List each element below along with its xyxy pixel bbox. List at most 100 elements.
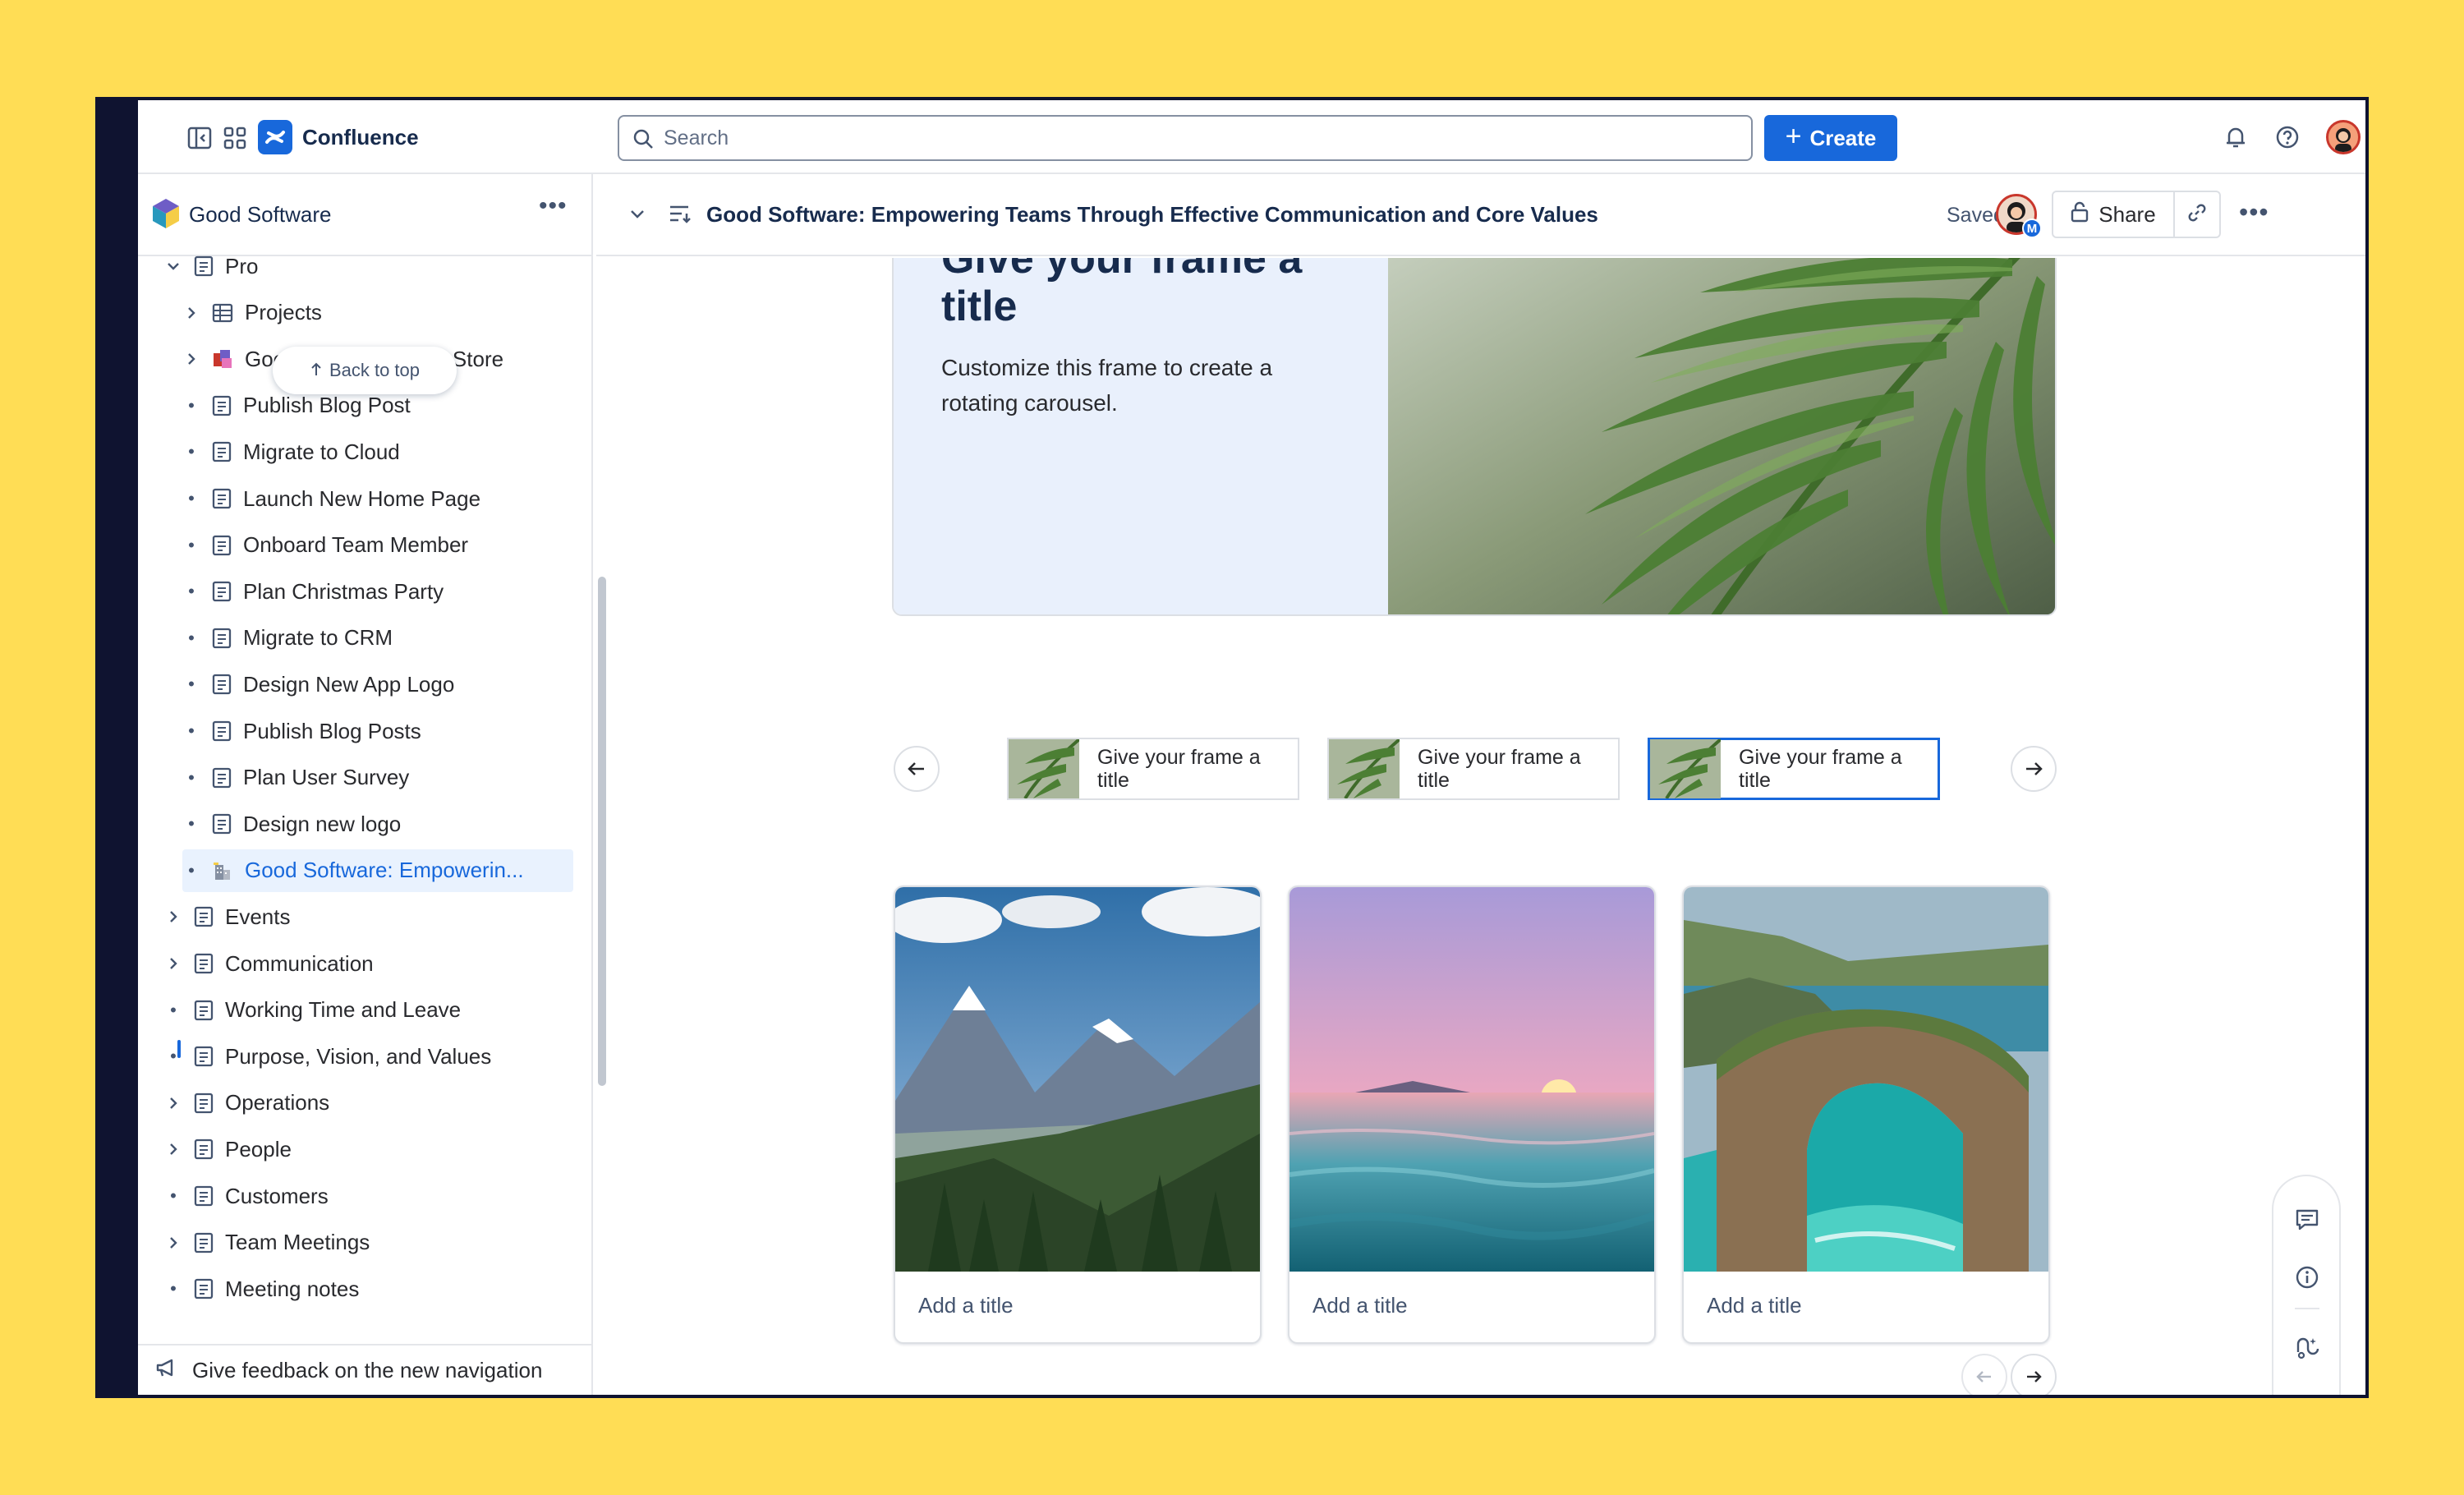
bullet-icon[interactable]: • (182, 535, 200, 556)
sidebar-item[interactable]: Team Meetings (164, 1221, 575, 1264)
bullet-icon[interactable]: • (164, 1185, 182, 1207)
table-of-contents-icon[interactable] (669, 204, 693, 229)
search-icon (632, 128, 654, 155)
toolbar-divider (2295, 1308, 2319, 1309)
bullet-icon[interactable]: • (182, 395, 200, 416)
bullet-icon[interactable]: • (182, 720, 200, 742)
sidebar-item[interactable]: • Migrate to CRM (182, 617, 593, 660)
sidebar-item[interactable]: • Working Time and Leave (164, 989, 575, 1032)
top-nav: Confluence Search + Create (138, 100, 2365, 174)
share-button[interactable]: Share (2052, 191, 2175, 238)
bullet-icon[interactable]: • (182, 674, 200, 695)
carousel-prev-button[interactable] (894, 746, 940, 792)
bullet-icon[interactable]: • (182, 860, 200, 881)
confluence-app: Confluence Search + Create Good Software (138, 100, 2365, 1395)
sidebar-item[interactable]: • Launch New Home Page (182, 477, 593, 520)
sidebar-toggle-icon[interactable] (187, 126, 212, 150)
chevron-down-icon[interactable] (164, 258, 182, 274)
image-card-2[interactable]: Add a title (1288, 886, 1656, 1344)
space-header[interactable]: Good Software ••• (138, 174, 591, 256)
bullet-icon[interactable]: • (182, 441, 200, 462)
chevron-right-icon[interactable] (164, 1141, 182, 1157)
sidebar-item[interactable]: • Onboard Team Member (182, 524, 593, 567)
sidebar-item[interactable]: Projects (182, 292, 593, 334)
notifications-bell-icon[interactable] (2224, 125, 2247, 150)
carousel-thumb-3[interactable]: Give your frame a title (1648, 738, 1940, 800)
sidebar-item-label: Onboard Team Member (243, 532, 469, 558)
ai-loop-icon[interactable] (2293, 1334, 2321, 1362)
page-icon (194, 1092, 214, 1114)
bullet-icon[interactable]: • (164, 1278, 182, 1300)
back-to-top-button[interactable]: Back to top (273, 347, 457, 394)
feedback-label: Give feedback on the new navigation (192, 1357, 543, 1382)
bullet-icon[interactable]: • (182, 767, 200, 789)
card-title[interactable]: Add a title (1707, 1293, 1802, 1318)
sidebar-item[interactable]: • Plan User Survey (182, 757, 593, 799)
bullet-icon[interactable]: • (182, 813, 200, 835)
sidebar-item[interactable]: Communication (164, 942, 575, 985)
image-sea-arch (1684, 887, 2048, 1273)
page-more-icon[interactable]: ••• (2239, 197, 2269, 228)
user-avatar[interactable] (2326, 120, 2361, 154)
search-input[interactable]: Search (618, 115, 1753, 161)
chevron-right-icon[interactable] (182, 305, 200, 321)
sidebar-item-label: Publish Blog Post (243, 393, 411, 418)
page-title[interactable]: Good Software: Empowering Teams Through … (706, 202, 1598, 228)
space-name: Good Software (189, 202, 332, 227)
carousel-frame-description[interactable]: Customize this frame to create a rotatin… (941, 350, 1335, 421)
confluence-logo-icon[interactable] (258, 120, 292, 154)
image-card-3[interactable]: Add a title (1682, 886, 2050, 1344)
help-icon[interactable] (2275, 125, 2300, 150)
more-actions-icon[interactable]: ••• (539, 192, 568, 220)
chevron-right-icon[interactable] (182, 351, 200, 367)
carousel-image-palm (1388, 258, 2055, 614)
info-icon[interactable] (2293, 1263, 2321, 1291)
card-title[interactable]: Add a title (1312, 1293, 1408, 1318)
app-switcher-icon[interactable] (223, 126, 246, 150)
chevron-right-icon[interactable] (164, 1095, 182, 1111)
feedback-link[interactable]: Give feedback on the new navigation (138, 1344, 591, 1395)
cards-prev-button[interactable] (1961, 1354, 2007, 1395)
page-icon (194, 953, 214, 974)
sidebar-item[interactable]: • Migrate to Cloud (182, 430, 593, 473)
chevron-right-icon[interactable] (164, 955, 182, 972)
create-button[interactable]: + Create (1764, 115, 1897, 161)
thumb-label: Give your frame a title (1097, 746, 1261, 792)
sidebar-item[interactable]: • Customers (164, 1175, 575, 1217)
brand-name[interactable]: Confluence (302, 125, 419, 150)
sidebar-item[interactable]: People (164, 1128, 575, 1171)
search-placeholder: Search (664, 126, 729, 150)
carousel-frame-title[interactable]: Give your frame a title (941, 258, 1368, 330)
carousel-thumb-2[interactable]: Give your frame a title (1327, 738, 1620, 800)
copy-link-button[interactable] (2173, 191, 2221, 238)
chevron-right-icon[interactable] (164, 1235, 182, 1251)
bullet-icon[interactable]: • (182, 581, 200, 602)
carousel-next-button[interactable] (2011, 746, 2057, 792)
comment-icon[interactable] (2293, 1206, 2321, 1234)
sidebar-item[interactable]: • Publish Blog Posts (182, 710, 593, 752)
bullet-icon[interactable]: • (182, 488, 200, 509)
card-title[interactable]: Add a title (918, 1293, 1014, 1318)
chevron-down-icon[interactable] (627, 204, 647, 228)
sidebar-item[interactable]: Pro (164, 245, 575, 288)
video-icon[interactable] (2293, 1393, 2321, 1395)
cards-next-button[interactable] (2011, 1354, 2057, 1395)
image-card-1[interactable]: Add a title (894, 886, 1262, 1344)
sidebar-item[interactable]: • Design new logo (182, 803, 593, 845)
page-icon (194, 1278, 214, 1300)
page-header: Good Software: Empowering Teams Through … (596, 174, 2365, 256)
carousel-frame[interactable]: Give your frame a title Customize this f… (892, 258, 2057, 616)
chevron-right-icon[interactable] (164, 908, 182, 925)
page-icon (212, 628, 232, 649)
bullet-icon[interactable]: • (182, 628, 200, 649)
sidebar-item[interactable]: • Plan Christmas Party (182, 570, 593, 613)
sidebar-item[interactable]: • Design New App Logo (182, 663, 593, 706)
sidebar-item[interactable]: • Good Software: Empowerin... (182, 849, 573, 892)
sidebar-item[interactable]: • Meeting notes (164, 1267, 575, 1310)
carousel-thumb-1[interactable]: Give your frame a title (1007, 738, 1299, 800)
sidebar-item[interactable]: • Purpose, Vision, and Values (164, 1035, 575, 1078)
plus-icon: + (1785, 121, 1802, 152)
bullet-icon[interactable]: • (164, 1000, 182, 1021)
sidebar-item[interactable]: Operations (164, 1082, 575, 1125)
sidebar-item[interactable]: Events (164, 895, 575, 938)
